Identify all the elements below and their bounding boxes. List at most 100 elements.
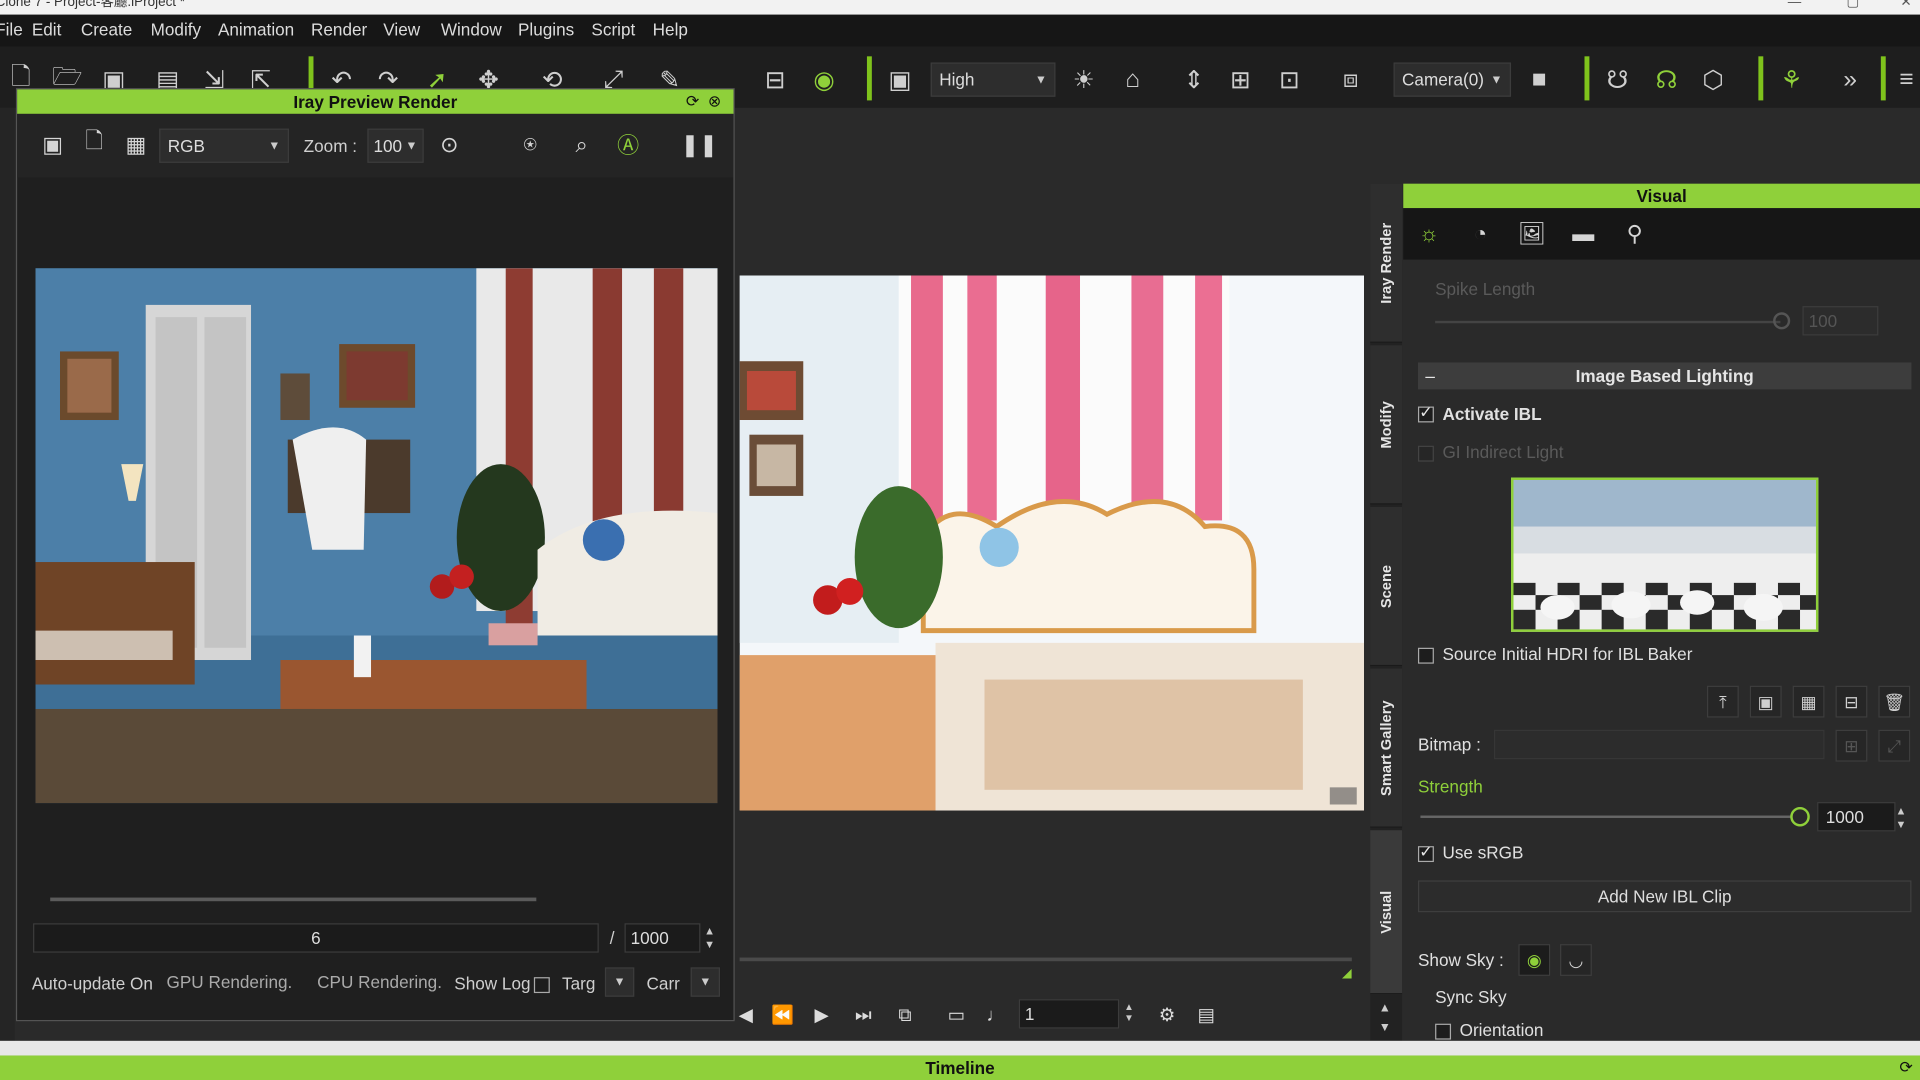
timeline-toggle-icon[interactable]: ▤	[1193, 1002, 1220, 1029]
settings-list-icon[interactable]: ≡	[1891, 64, 1920, 96]
image-icon[interactable]: 🖼	[1516, 218, 1548, 250]
save-image-icon[interactable]: ▣	[37, 129, 69, 161]
atmosphere-icon[interactable]: ☼	[1413, 218, 1445, 250]
minimize-icon[interactable]: —	[1788, 0, 1801, 9]
tab-smart-gallery[interactable]: Smart Gallery	[1370, 668, 1403, 828]
camera-dropdown[interactable]: Camera(0) ▼	[1393, 62, 1512, 97]
post-effect-icon[interactable]: ⚲	[1619, 218, 1651, 250]
motion-icon[interactable]: ☊	[1651, 64, 1683, 96]
camera-select-dropdown[interactable]: ▼	[690, 967, 721, 997]
activate-ibl-checkbox[interactable]	[1417, 403, 1434, 423]
checker-bg-icon[interactable]: ▦	[120, 129, 152, 161]
strength-spinner-icon[interactable]: ▲ ▼	[1896, 804, 1907, 831]
show-log-checkbox[interactable]	[533, 977, 550, 994]
tab-iray-render[interactable]: Iray Render	[1370, 183, 1403, 343]
tab-scroll-arrows-icon[interactable]: ▲ ▼	[1379, 999, 1391, 1038]
play-icon[interactable]: ▶	[808, 1002, 835, 1029]
visibility-eye-icon[interactable]: ◉	[808, 64, 840, 96]
tab-modify[interactable]: Modify	[1370, 345, 1403, 505]
menu-animation[interactable]: Animation	[218, 20, 294, 40]
zoom-tool-icon[interactable]: ⌕	[566, 129, 598, 161]
close-icon[interactable]: ⊗	[708, 89, 721, 113]
region-render-icon[interactable]: ⍟	[514, 129, 546, 161]
tab-scene[interactable]: Scene	[1370, 506, 1403, 667]
orientation-checkbox[interactable]	[1435, 1023, 1452, 1040]
frame-spinner-icon[interactable]: ▲ ▼	[1124, 1002, 1134, 1024]
bitmap-field[interactable]	[1493, 729, 1825, 760]
refresh-icon[interactable]: ⟳	[686, 89, 699, 113]
max-iteration-field[interactable]: 1000	[624, 923, 701, 953]
spike-length-handle[interactable]	[1773, 312, 1791, 330]
gi-indirect-checkbox[interactable]	[1417, 445, 1434, 462]
tab-visual[interactable]: Visual	[1370, 830, 1403, 995]
strength-slider[interactable]	[1420, 815, 1801, 818]
copy-image-icon[interactable]: 🗋	[78, 129, 110, 161]
hide-sky-eye-icon[interactable]: ◡	[1560, 944, 1592, 976]
fit-height-icon[interactable]: ⇕	[1178, 64, 1210, 96]
strength-slider-handle[interactable]	[1790, 806, 1810, 827]
grid-view-icon[interactable]: ▦	[1792, 685, 1825, 718]
auto-update-icon[interactable]: Ⓐ	[612, 129, 644, 161]
spike-length-field[interactable]: 100	[1802, 306, 1879, 336]
loop-icon[interactable]: ⧉	[891, 1002, 918, 1029]
zoom-extent-icon[interactable]: ⊡	[1273, 64, 1305, 96]
add-ibl-clip-button[interactable]: Add New IBL Clip	[1417, 880, 1912, 913]
puppet-icon[interactable]: ⚘	[1776, 64, 1808, 96]
preview-window-icon[interactable]: ▣	[884, 64, 916, 96]
image-based-lighting-header[interactable]: – Image Based Lighting	[1417, 362, 1912, 390]
menu-script[interactable]: Script	[591, 20, 635, 40]
sound-icon[interactable]: ♩	[982, 1002, 1009, 1029]
load-hdri-icon[interactable]: ⤒	[1706, 685, 1739, 718]
ibl-baker-icon[interactable]: ⊟	[1835, 685, 1868, 718]
menu-file[interactable]: File	[0, 20, 23, 40]
clear-bitmap-icon[interactable]: ⤢	[1878, 729, 1911, 762]
menu-create[interactable]: Create	[81, 20, 132, 40]
rewind-icon[interactable]: ⏪	[769, 1002, 796, 1029]
light-icon[interactable]: ☀	[1068, 64, 1100, 96]
go-start-icon[interactable]: ◀	[732, 1002, 759, 1029]
timeline-bar[interactable]: Timeline ⟳	[0, 1055, 1920, 1080]
frame-selected-icon[interactable]: ⧈	[1335, 64, 1367, 96]
iteration-field[interactable]: 6	[33, 923, 599, 953]
show-sky-eye-icon[interactable]: ◉	[1518, 944, 1551, 976]
menu-view[interactable]: View	[383, 20, 420, 40]
character-icon[interactable]: ☋	[1602, 64, 1634, 96]
delete-icon[interactable]: 🗑	[1878, 685, 1911, 718]
spike-length-slider[interactable]	[1435, 320, 1781, 324]
menu-plugins[interactable]: Plugins	[518, 20, 574, 40]
timeline-refresh-icon[interactable]: ⟳	[1899, 1056, 1912, 1080]
menu-render[interactable]: Render	[311, 20, 367, 40]
hdri-thumbnail[interactable]	[1511, 477, 1819, 632]
use-srgb-checkbox[interactable]	[1417, 842, 1434, 863]
iray-title-bar[interactable]: Iray Preview Render ⟳ ⊗	[17, 89, 734, 114]
environment-icon[interactable]: ◔	[1465, 218, 1497, 250]
home-icon[interactable]: ⌂	[1117, 64, 1149, 96]
maximize-icon[interactable]: ▢	[1847, 0, 1860, 9]
zoom-fit-icon[interactable]: ⊙	[433, 129, 465, 161]
subtitle-icon[interactable]: ▭	[943, 1002, 970, 1029]
channel-dropdown[interactable]: RGB ▼	[159, 128, 289, 163]
3d-viewport[interactable]	[739, 275, 1365, 811]
align-icon[interactable]: ⊟	[759, 64, 791, 96]
folder-icon[interactable]: ▬	[1567, 218, 1599, 250]
frame-field[interactable]: 1	[1018, 999, 1120, 1029]
pause-icon[interactable]: ❚❚	[681, 129, 718, 161]
target-dropdown[interactable]: ▼	[604, 967, 635, 997]
zoom-dropdown[interactable]: 100 ▼	[367, 128, 424, 163]
menu-edit[interactable]: Edit	[32, 20, 62, 40]
strength-field[interactable]: 1000	[1817, 802, 1896, 832]
close-icon[interactable]: ✕	[1900, 0, 1911, 9]
fit-all-icon[interactable]: ⊞	[1225, 64, 1257, 96]
menu-window[interactable]: Window	[441, 20, 502, 40]
auto-update-status[interactable]: Auto-update On	[32, 973, 153, 993]
go-end-icon[interactable]: ⏭	[850, 1002, 877, 1029]
render-quality-dropdown[interactable]: High ▼	[930, 62, 1056, 97]
source-hdri-checkbox[interactable]	[1417, 647, 1434, 664]
menu-help[interactable]: Help	[653, 20, 688, 40]
props-icon[interactable]: ⬡	[1697, 64, 1729, 96]
play-settings-gear-icon[interactable]: ⚙	[1153, 1002, 1180, 1029]
menu-modify[interactable]: Modify	[151, 20, 201, 40]
iteration-spinner-icon[interactable]: ▲ ▼	[704, 924, 715, 951]
viewport-timeline-track[interactable]	[739, 957, 1352, 962]
camera-icon[interactable]: ■	[1523, 64, 1555, 96]
